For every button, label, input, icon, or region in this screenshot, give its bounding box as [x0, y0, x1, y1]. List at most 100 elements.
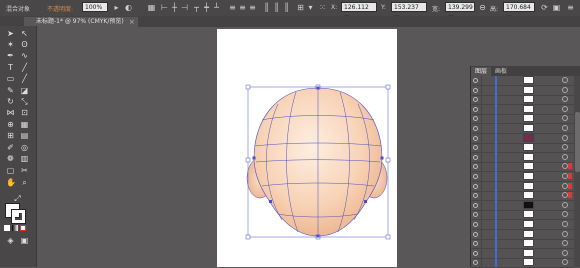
visibility-eye-icon[interactable]: [473, 126, 478, 131]
visibility-eye-icon[interactable]: [473, 193, 478, 199]
selection-indicator[interactable]: [568, 182, 572, 189]
layer-thumbnail: [523, 248, 534, 257]
layers-panel-tabs: 图层 画板: [471, 66, 580, 76]
selection-indicator[interactable]: [568, 192, 572, 199]
layer-thumbnail: [523, 85, 534, 94]
layer-row[interactable]: [471, 76, 574, 86]
layer-row[interactable]: [471, 104, 574, 115]
selection-indicator[interactable]: [568, 125, 572, 131]
layer-thumbnail: [523, 152, 534, 161]
selection-indicator[interactable]: [568, 231, 572, 237]
visibility-eye-icon[interactable]: [473, 97, 478, 103]
lock-toggle[interactable]: [481, 210, 489, 220]
lock-toggle[interactable]: [481, 76, 489, 85]
visibility-eye-icon[interactable]: [473, 87, 478, 93]
selection-indicator[interactable]: [568, 77, 572, 83]
visibility-eye-icon[interactable]: [473, 135, 478, 141]
selection-indicator[interactable]: [568, 96, 572, 102]
lock-toggle[interactable]: [481, 95, 489, 105]
lock-toggle[interactable]: [481, 239, 489, 249]
visibility-eye-icon[interactable]: [473, 106, 478, 112]
visibility-eye-icon[interactable]: [473, 202, 478, 208]
selection-indicator[interactable]: [568, 173, 572, 179]
layer-row[interactable]: [471, 143, 574, 154]
layer-thumbnail: [523, 210, 534, 219]
layer-row[interactable]: [471, 181, 574, 192]
layer-thumbnail: [523, 220, 534, 228]
selection-indicator[interactable]: [568, 240, 572, 246]
layer-thumbnail: [523, 76, 534, 84]
visibility-eye-icon[interactable]: [473, 145, 478, 151]
layer-row[interactable]: [471, 191, 574, 202]
visibility-eye-icon[interactable]: [473, 183, 478, 189]
selection-indicator[interactable]: [568, 221, 572, 227]
visibility-eye-icon[interactable]: [473, 78, 478, 83]
lock-toggle[interactable]: [481, 152, 489, 162]
tab-artboards[interactable]: 画板: [491, 67, 511, 76]
layer-row[interactable]: [471, 162, 574, 173]
lock-toggle[interactable]: [481, 143, 489, 153]
layer-thumbnail: [523, 181, 534, 190]
lock-toggle[interactable]: [481, 220, 489, 229]
visibility-eye-icon[interactable]: [473, 222, 478, 227]
visibility-eye-icon[interactable]: [473, 241, 478, 247]
visibility-eye-icon[interactable]: [473, 260, 478, 266]
layer-row[interactable]: [471, 114, 574, 125]
lock-toggle[interactable]: [481, 133, 489, 143]
layer-row[interactable]: [471, 220, 574, 230]
layer-thumbnail: [523, 114, 534, 123]
selection-indicator[interactable]: [568, 250, 572, 256]
layer-row[interactable]: [471, 152, 574, 163]
visibility-eye-icon[interactable]: [473, 212, 478, 218]
lock-toggle[interactable]: [481, 200, 489, 210]
layer-row[interactable]: [471, 172, 574, 182]
visibility-eye-icon[interactable]: [473, 116, 478, 122]
lock-toggle[interactable]: [481, 191, 489, 201]
lock-toggle[interactable]: [481, 162, 489, 172]
lock-toggle[interactable]: [481, 248, 489, 258]
layer-row[interactable]: [471, 133, 574, 144]
visibility-eye-icon[interactable]: [473, 164, 478, 170]
visibility-eye-icon[interactable]: [473, 250, 478, 256]
layer-thumbnail: [523, 133, 534, 142]
lock-toggle[interactable]: [481, 229, 489, 239]
selection-indicator[interactable]: [568, 154, 572, 160]
layers-panel: 图层 画板: [470, 66, 580, 268]
layer-row[interactable]: [471, 95, 574, 106]
visibility-eye-icon[interactable]: [473, 174, 478, 179]
layer-thumbnail: [523, 229, 534, 238]
layer-row[interactable]: [471, 210, 574, 221]
selection-indicator[interactable]: [568, 115, 572, 121]
visibility-eye-icon[interactable]: [473, 154, 478, 160]
layer-thumbnail: [523, 191, 534, 200]
layer-thumbnail: [523, 124, 534, 132]
lock-toggle[interactable]: [481, 124, 489, 133]
lock-toggle[interactable]: [481, 85, 489, 95]
selection-indicator[interactable]: [568, 211, 572, 217]
lock-toggle[interactable]: [481, 181, 489, 191]
layer-row[interactable]: [471, 248, 574, 259]
visibility-eye-icon[interactable]: [473, 231, 478, 237]
selection-indicator[interactable]: [568, 106, 572, 112]
layer-row[interactable]: [471, 124, 574, 134]
layer-row[interactable]: [471, 239, 574, 250]
layer-row[interactable]: [471, 85, 574, 96]
selection-indicator[interactable]: [568, 87, 572, 93]
selection-indicator[interactable]: [568, 259, 572, 265]
layer-thumbnail: [523, 258, 534, 267]
tab-layers[interactable]: 图层: [471, 67, 492, 76]
layers-scrollbar[interactable]: [574, 76, 580, 267]
lock-toggle[interactable]: [481, 114, 489, 124]
selection-indicator[interactable]: [568, 202, 572, 208]
lock-toggle[interactable]: [481, 258, 489, 268]
layer-row[interactable]: [471, 200, 574, 211]
lock-toggle[interactable]: [481, 104, 489, 114]
lock-toggle[interactable]: [481, 172, 489, 181]
selection-indicator[interactable]: [568, 163, 572, 170]
selection-indicator[interactable]: [568, 135, 572, 141]
layers-scroll-thumb[interactable]: [575, 112, 580, 172]
layer-thumbnail: [523, 104, 534, 113]
layer-color-indicator: [495, 76, 497, 267]
selection-indicator[interactable]: [568, 144, 572, 150]
layer-row[interactable]: [471, 229, 574, 240]
